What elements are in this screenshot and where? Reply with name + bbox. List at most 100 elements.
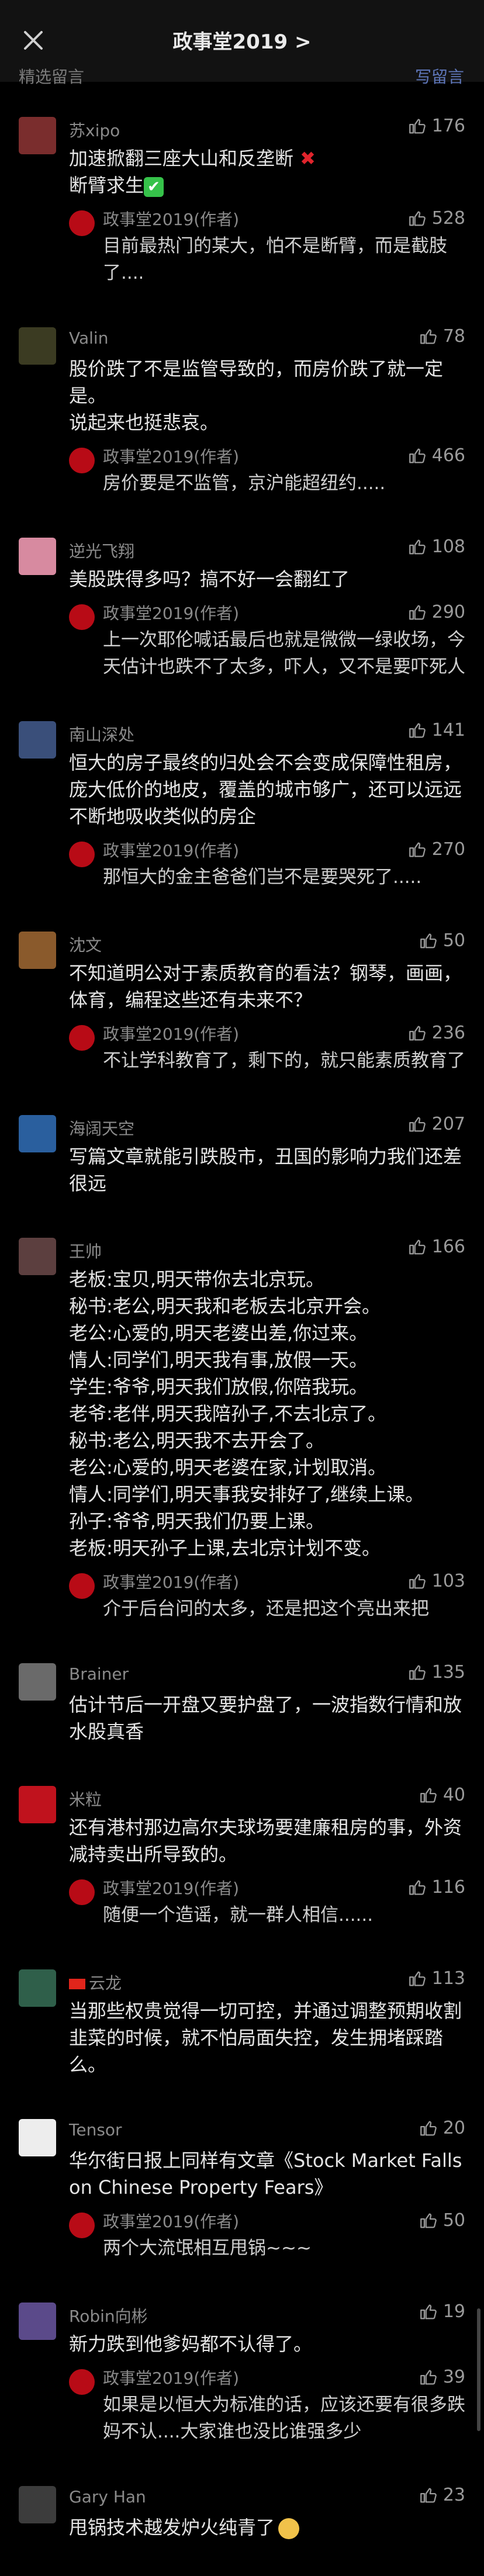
like-button[interactable]: 207 <box>407 1114 465 1134</box>
like-button[interactable]: 40 <box>419 1785 465 1805</box>
comment-author: 苏xipo <box>69 118 120 141</box>
reply-like-button[interactable]: 236 <box>407 1023 465 1043</box>
reply-text: 不让学科教育了，剩下的，就只能素质教育了 <box>103 1050 465 1071</box>
reply-like-count: 39 <box>442 2367 465 2387</box>
comment-item: Brainer 135 估计节后一开盘又要护盘了，一波指数行情和放水股真香 <box>0 1657 484 1780</box>
like-button[interactable]: 20 <box>419 2118 465 2138</box>
comment-author-label: 海阔天空 <box>69 1119 135 1138</box>
comment-author-label: 王帅 <box>69 1242 102 1261</box>
avatar[interactable] <box>19 2119 56 2156</box>
avatar[interactable] <box>19 117 56 154</box>
like-count: 78 <box>442 326 465 347</box>
comment-spacer <box>0 680 484 715</box>
comment-author: Valin <box>69 328 108 348</box>
comment-line: 老公:心爱的,明天老婆出差,你过来。 <box>69 1322 368 1344</box>
avatar[interactable] <box>19 1115 56 1152</box>
reply-like-button[interactable]: 39 <box>419 2367 465 2387</box>
thumbs-up-emoji-icon <box>278 2518 300 2539</box>
like-button[interactable]: 176 <box>407 116 465 136</box>
avatar[interactable] <box>19 2303 56 2340</box>
thumbs-up-icon <box>420 2213 437 2228</box>
author-reply: 政事堂2019(作者) 466 房价要是不监管，京沪能超纽约..... <box>69 444 465 497</box>
reply-like-count: 236 <box>431 1023 465 1043</box>
comment-spacer <box>0 2541 484 2576</box>
author-reply: 政事堂2019(作者) 236 不让学科教育了，剩下的，就只能素质教育了 <box>69 1022 465 1074</box>
thumbs-up-icon <box>420 2488 437 2502</box>
like-count: 108 <box>431 536 465 557</box>
reply-like-button[interactable]: 116 <box>407 1877 465 1898</box>
scrollbar[interactable] <box>477 2308 480 2431</box>
thumbs-up-icon <box>409 1239 426 1254</box>
thumbs-up-icon <box>409 605 426 619</box>
avatar[interactable] <box>19 1663 56 1701</box>
comments-subheader: 精选留言 写留言 <box>0 64 484 88</box>
reply-text: 那恒大的金主爸爸们岂不是要哭死了..... <box>103 867 422 888</box>
comment-author-label: Tensor <box>69 2120 122 2139</box>
avatar[interactable] <box>19 1786 56 1823</box>
comment-item: Valin 78 股价跌了不是监管导致的，而房价跌了就一定是。 说起来也挺悲哀。 政事堂… <box>0 321 484 532</box>
reply-like-button[interactable]: 50 <box>419 2210 465 2231</box>
avatar[interactable] <box>19 538 56 575</box>
comment-line: 说起来也挺悲哀。 <box>69 411 219 434</box>
thumbs-up-icon <box>420 933 437 948</box>
avatar[interactable] <box>19 1969 56 2007</box>
comment-spacer <box>0 891 484 926</box>
reply-like-count: 270 <box>431 839 465 860</box>
reply-like-button[interactable]: 103 <box>407 1571 465 1591</box>
thumbs-up-icon <box>409 1117 426 1131</box>
thumbs-up-icon <box>409 723 426 738</box>
like-button[interactable]: 135 <box>407 1662 465 1682</box>
reply-like-count: 50 <box>442 2210 465 2231</box>
avatar[interactable] <box>19 721 56 759</box>
comment-line: 新力跌到他爹妈都不认得了。 <box>69 2333 313 2355</box>
avatar[interactable] <box>19 2486 56 2523</box>
avatar[interactable] <box>19 1238 56 1275</box>
like-button[interactable]: 141 <box>407 720 465 740</box>
reply-text: 房价要是不监管，京沪能超纽约..... <box>103 473 386 494</box>
comment-line: 老爷:老伴,明天我陪孙子,不去北京了。 <box>69 1403 387 1425</box>
like-count: 50 <box>442 930 465 951</box>
comment-spacer <box>0 2262 484 2297</box>
comment-author: 海阔天空 <box>69 1116 134 1140</box>
write-comment-link[interactable]: 写留言 <box>415 64 464 88</box>
like-button[interactable]: 108 <box>407 536 465 557</box>
thumbs-up-icon <box>409 448 426 463</box>
like-button[interactable]: 78 <box>419 326 465 347</box>
reply-like-button[interactable]: 466 <box>407 445 465 466</box>
reply-like-button[interactable]: 270 <box>407 839 465 860</box>
like-button[interactable]: 19 <box>419 2301 465 2322</box>
author-avatar <box>69 1025 95 1051</box>
featured-comments-label: 精选留言 <box>19 67 85 86</box>
reply-text: 如果是以恒大为标准的话，应该还要有很多跌妈不认....大家谁也没比谁强多少 <box>103 2394 465 2442</box>
red-x-emoji-icon: ✖ <box>293 147 316 169</box>
author-reply: 政事堂2019(作者) 270 那恒大的金主爸爸们岂不是要哭死了..... <box>69 838 465 891</box>
author-avatar <box>69 2213 95 2238</box>
avatar[interactable] <box>19 327 56 365</box>
thumbs-up-icon <box>409 539 426 554</box>
comment-line: 加速掀翻三座大山和反垄断 ✖ <box>69 147 316 169</box>
reply-text: 目前最热门的某大，怕不是断臂，而是截肢了.... <box>103 236 447 283</box>
like-button[interactable]: 166 <box>407 1237 465 1257</box>
reply-like-count: 103 <box>431 1571 465 1591</box>
reply-like-button[interactable]: 290 <box>407 602 465 622</box>
thumbs-up-icon <box>409 119 426 133</box>
comment-author-label: Gary Han <box>69 2487 146 2506</box>
author-reply: 政事堂2019(作者) 39 如果是以恒大为标准的话，应该还要有很多跌妈不认....… <box>69 2366 465 2445</box>
comment-author-label: 云龙 <box>89 1973 122 1993</box>
comment-item: 苏xipo 176 加速掀翻三座大山和反垄断 ✖ 断臂求生 ✔ 政事堂2019(作者) 52… <box>0 111 484 321</box>
comment-author: 逆光飞翔 <box>69 539 134 562</box>
author-avatar <box>69 448 95 473</box>
like-button[interactable]: 50 <box>419 930 465 951</box>
reply-like-count: 528 <box>431 208 465 228</box>
comment-line: 美股跌得多吗？搞不好一会翻红了 <box>69 568 350 590</box>
comment-author: Brainer <box>69 1664 129 1684</box>
comment-author: 米粒 <box>69 1787 102 1810</box>
comment-line: 学生:爷爷,明天我们放假,你陪我玩。 <box>69 1376 368 1398</box>
like-button[interactable]: 23 <box>419 2485 465 2505</box>
like-button[interactable]: 113 <box>407 1968 465 1989</box>
avatar[interactable] <box>19 932 56 969</box>
page-title[interactable]: 政事堂2019 > <box>0 26 484 54</box>
author-reply: 政事堂2019(作者) 290 上一次耶伦喊话最后也就是微微一绿收场，今天估计也跌不… <box>69 601 465 680</box>
comment-line: 老公:心爱的,明天老婆在家,计划取消。 <box>69 1456 387 1479</box>
reply-like-button[interactable]: 528 <box>407 208 465 228</box>
